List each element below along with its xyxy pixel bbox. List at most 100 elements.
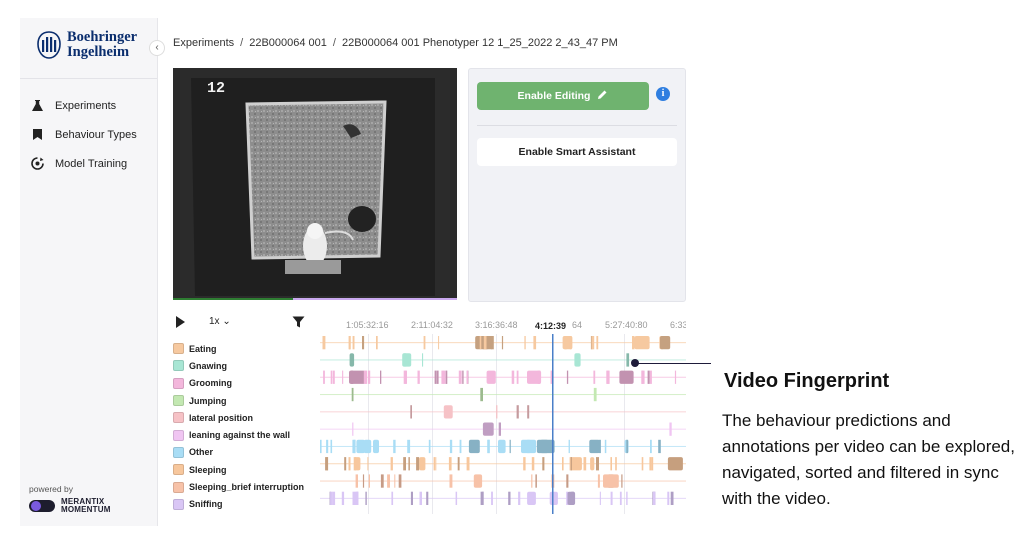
track-segment xyxy=(527,405,530,419)
track-segment xyxy=(590,457,595,471)
enable-editing-button[interactable]: Enable Editing xyxy=(477,82,649,110)
legend-label: Sleeping_brief interruption xyxy=(189,482,305,493)
legend-item-lateral-position[interactable]: lateral position xyxy=(173,409,304,426)
track-segment xyxy=(669,422,672,436)
legend-label: Eating xyxy=(189,343,217,354)
track-guide xyxy=(432,334,433,514)
merantix-line-2: MOMENTUM xyxy=(61,505,111,514)
track-segment xyxy=(351,387,354,402)
track-segment xyxy=(531,457,535,471)
track-segment xyxy=(443,405,453,419)
track-segment xyxy=(641,457,644,471)
legend-label: Jumping xyxy=(189,395,227,406)
track-segment xyxy=(482,422,494,436)
track-segment xyxy=(621,474,623,488)
current-time-marker: 4:12:39 xyxy=(535,321,567,331)
track-segment xyxy=(626,491,628,505)
video-overlay-label: 12 xyxy=(207,80,225,97)
track-segment xyxy=(660,336,671,350)
track-baseline xyxy=(320,463,686,465)
legend-item-eating[interactable]: Eating xyxy=(173,340,304,357)
chevron-left-icon: ‹ xyxy=(155,42,159,53)
sidebar-item-model-training[interactable]: Model Training xyxy=(30,149,137,178)
track-segment xyxy=(448,457,452,471)
legend-item-gnawing[interactable]: Gnawing xyxy=(173,357,304,374)
track-segment xyxy=(342,370,344,384)
track-segment xyxy=(487,439,490,454)
track-segment xyxy=(667,457,683,471)
track-segment xyxy=(391,491,394,505)
track-segment xyxy=(410,405,412,419)
app-window: Boehringer Ingelheim ‹ Experiments Behav… xyxy=(20,18,700,526)
track-segment xyxy=(626,353,630,367)
track-segment xyxy=(641,370,644,384)
track-segment xyxy=(619,491,622,505)
track-segment xyxy=(508,491,511,505)
legend-label: Sniffing xyxy=(189,499,223,510)
sidebar-item-experiments[interactable]: Experiments xyxy=(30,91,137,120)
track-segment xyxy=(480,387,483,402)
track-segment xyxy=(352,491,356,505)
legend-item-sleeping[interactable]: Sleeping xyxy=(173,461,304,478)
swatch xyxy=(173,481,184,493)
breadcrumb-experiments[interactable]: Experiments xyxy=(173,37,234,49)
track-segment xyxy=(357,491,359,505)
track-segment xyxy=(322,336,326,350)
info-icon[interactable]: i xyxy=(656,87,670,101)
video-progress-fill xyxy=(173,298,293,300)
track-guide xyxy=(496,334,497,514)
sidebar-collapse-button[interactable]: ‹ xyxy=(149,40,165,56)
speed-select[interactable]: 1x ⌄ xyxy=(209,316,231,327)
timeline-ruler[interactable]: 1:05:32:16 2:11:04:32 3:16:36:48 4:12:39… xyxy=(320,316,686,332)
enable-smart-assistant-button[interactable]: Enable Smart Assistant xyxy=(477,138,677,166)
track-segment xyxy=(325,457,329,471)
sidebar-item-behaviour-types[interactable]: Behaviour Types xyxy=(30,120,137,149)
track-segment xyxy=(355,457,356,471)
swatch xyxy=(173,343,184,355)
video-progress-bar[interactable] xyxy=(173,298,457,300)
track-segment xyxy=(332,491,336,505)
track-segment xyxy=(632,336,635,350)
track-segment xyxy=(387,474,390,488)
timeline-tick: 1:05:32:16 xyxy=(346,320,389,330)
track-segment xyxy=(410,491,413,505)
track-baseline xyxy=(320,497,686,499)
filter-icon[interactable] xyxy=(292,315,305,333)
playback-controls: 1x ⌄ xyxy=(173,314,323,332)
track-segment xyxy=(352,422,354,436)
track-segment xyxy=(535,474,537,488)
track-segment xyxy=(593,370,596,384)
track-segment xyxy=(511,370,515,384)
track-guide xyxy=(624,334,625,514)
panel-divider xyxy=(477,125,677,126)
brand-logo[interactable]: Boehringer Ingelheim xyxy=(36,30,137,60)
breadcrumb-experiment[interactable]: 22B000064 001 xyxy=(249,37,327,49)
legend-item-other[interactable]: Other xyxy=(173,444,304,461)
timeline-tick: 6:33 xyxy=(670,320,686,330)
track-segment xyxy=(380,370,382,384)
legend-item-sniffing[interactable]: Sniffing xyxy=(173,496,304,513)
legend-item-leaning[interactable]: leaning against the wall xyxy=(173,426,304,443)
track-segment xyxy=(607,370,610,384)
track-segment xyxy=(426,491,429,505)
swatch xyxy=(173,360,184,372)
legend-label: Grooming xyxy=(189,378,232,389)
track-segment xyxy=(466,370,468,384)
track-segment xyxy=(422,353,424,367)
track-segment xyxy=(549,491,558,505)
pencil-icon xyxy=(597,89,608,103)
brand-wordmark: Boehringer Ingelheim xyxy=(67,30,137,60)
track-segment xyxy=(365,491,367,505)
play-icon[interactable] xyxy=(176,316,185,328)
annotation-title: Video Fingerprint xyxy=(724,370,890,392)
legend-item-grooming[interactable]: Grooming xyxy=(173,375,304,392)
track-baseline xyxy=(320,411,686,413)
video-player[interactable]: 12 xyxy=(173,68,457,300)
callout-line xyxy=(635,363,711,364)
legend-item-jumping[interactable]: Jumping xyxy=(173,392,304,409)
track-segment xyxy=(583,457,587,471)
legend-item-sleeping-brief-interruption[interactable]: Sleeping_brief interruption xyxy=(173,478,304,495)
track-segment xyxy=(521,439,537,454)
track-segment xyxy=(570,457,572,471)
track-segment xyxy=(368,370,371,384)
